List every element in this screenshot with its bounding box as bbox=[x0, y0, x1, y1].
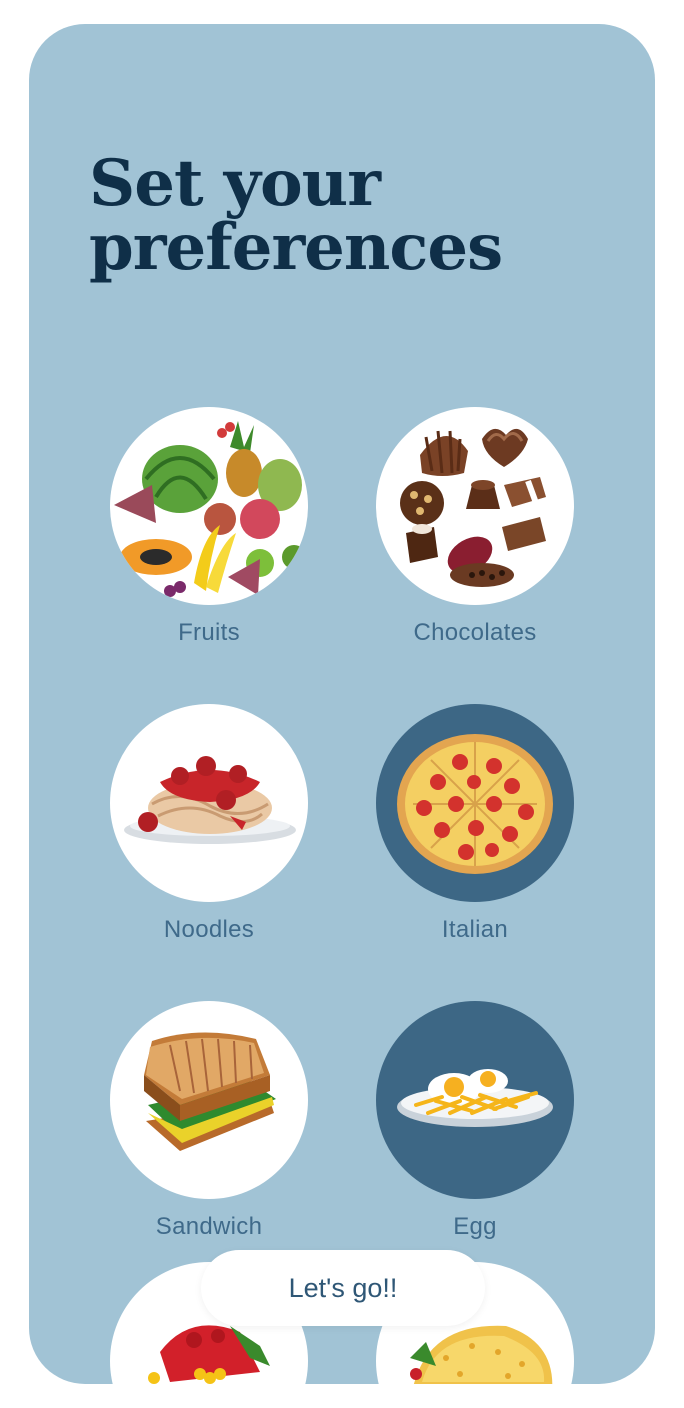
chocolates-icon bbox=[400, 428, 546, 587]
category-label: Fruits bbox=[178, 619, 240, 646]
category-sandwich[interactable]: Sandwich bbox=[110, 1001, 308, 1241]
category-fruits[interactable]: Fruits bbox=[110, 407, 308, 647]
category-italian[interactable]: Italian bbox=[376, 704, 574, 944]
category-fruits-circle[interactable] bbox=[110, 407, 308, 605]
category-label: Italian bbox=[441, 916, 509, 943]
preferences-card: Set your preferences Fruits Chocolates N… bbox=[29, 24, 655, 1384]
category-sandwich-circle[interactable] bbox=[110, 1001, 308, 1199]
title-line-2: preferences bbox=[89, 210, 503, 285]
pizza-icon bbox=[397, 734, 553, 874]
lets-go-button[interactable]: Let's go!! bbox=[201, 1250, 485, 1326]
category-label: Egg bbox=[453, 1213, 497, 1240]
category-noodles-circle[interactable] bbox=[110, 704, 308, 902]
egg-icon bbox=[397, 1069, 553, 1127]
category-egg-circle[interactable] bbox=[376, 1001, 574, 1199]
sandwich-icon bbox=[144, 1032, 276, 1151]
category-chocolates-circle[interactable] bbox=[376, 407, 574, 605]
category-label: Sandwich bbox=[155, 1213, 263, 1240]
category-italian-circle[interactable] bbox=[376, 704, 574, 902]
category-noodles[interactable]: Noodles bbox=[110, 704, 308, 944]
fruits-icon bbox=[114, 421, 306, 597]
page-title: Set your preferences bbox=[89, 146, 503, 285]
noodles-icon bbox=[124, 756, 296, 844]
category-egg[interactable]: Egg bbox=[376, 1001, 574, 1241]
category-chocolates[interactable]: Chocolates bbox=[376, 407, 574, 647]
category-label: Noodles bbox=[163, 916, 255, 943]
category-label: Chocolates bbox=[413, 619, 537, 646]
title-line-1: Set your bbox=[89, 146, 381, 221]
